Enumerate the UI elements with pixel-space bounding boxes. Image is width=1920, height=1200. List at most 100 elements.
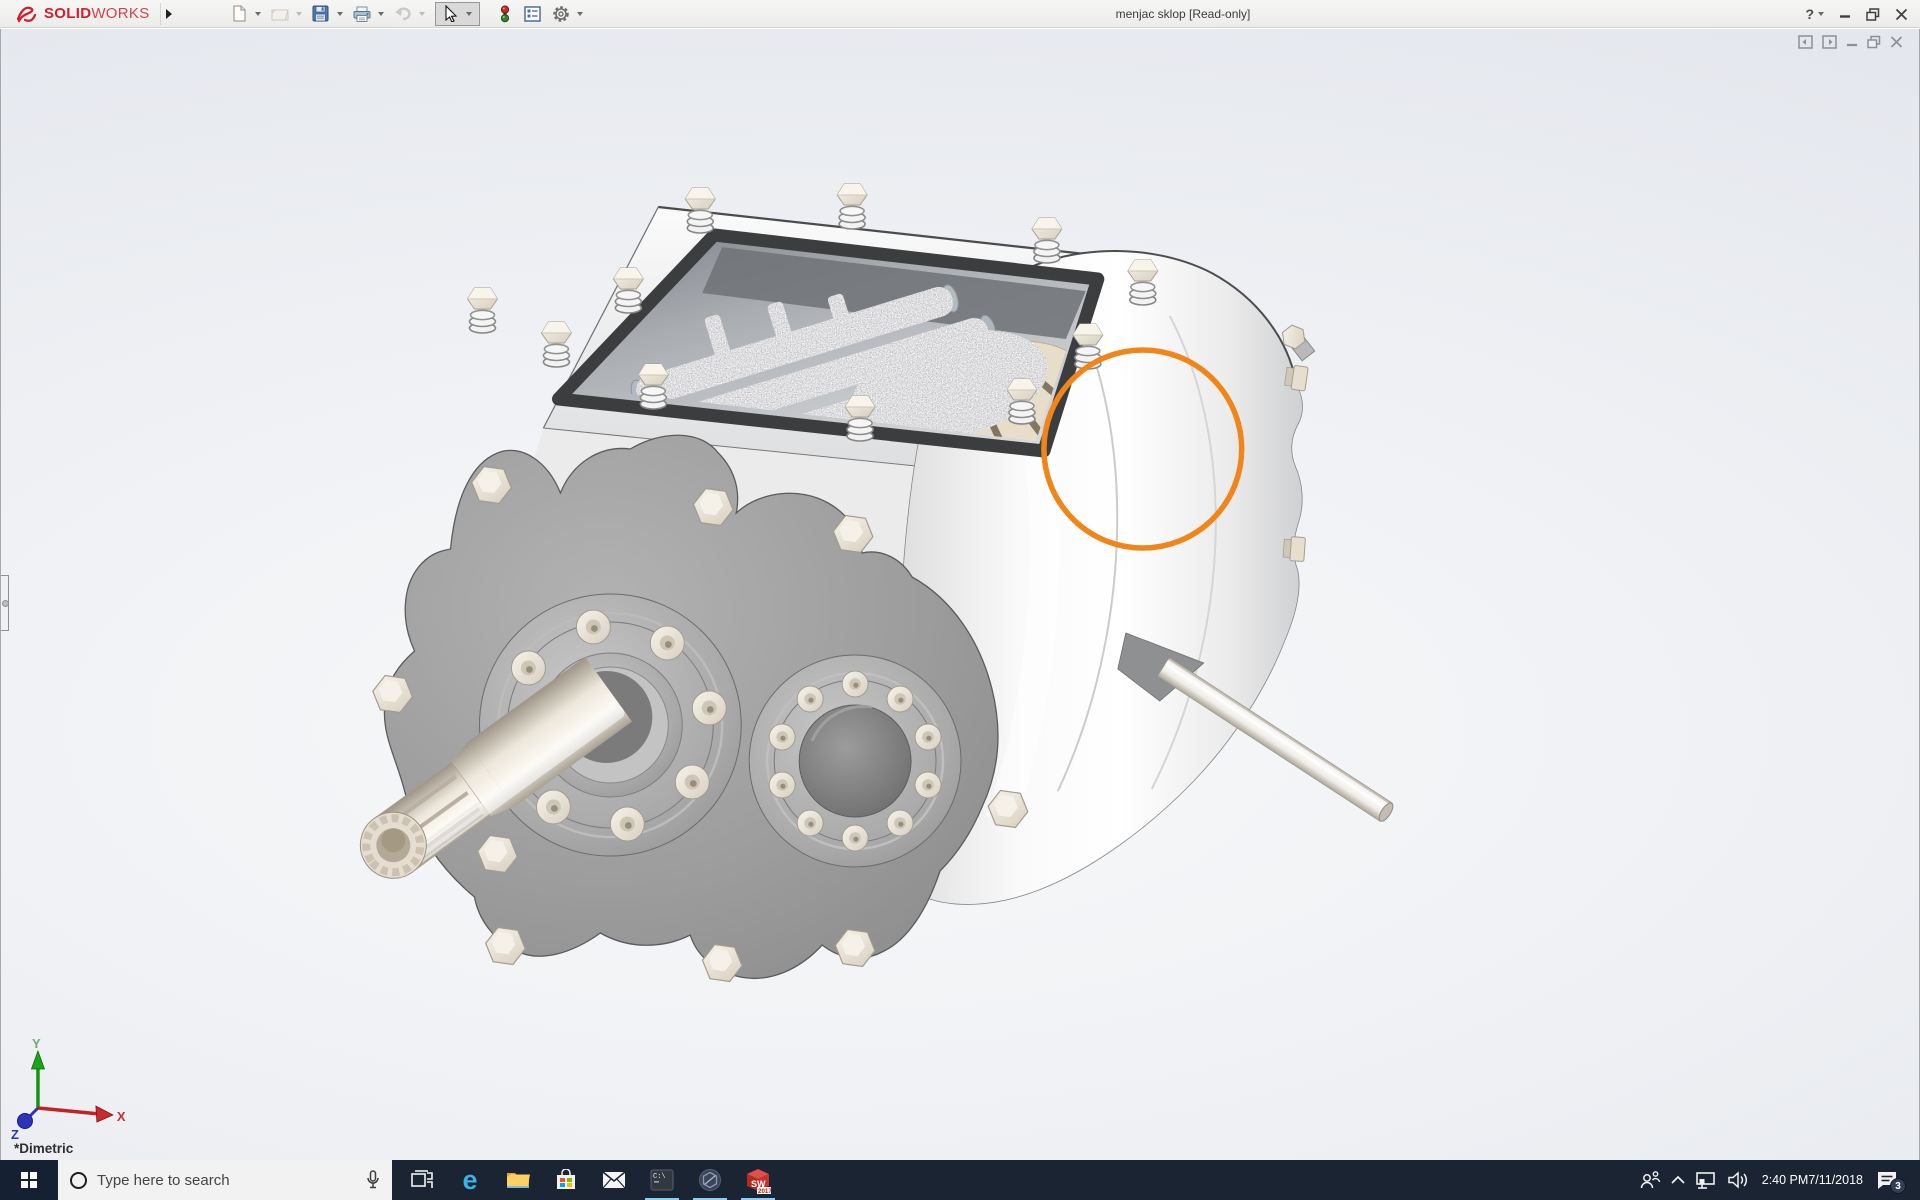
save-button[interactable]	[308, 3, 334, 25]
select-dropdown-caret[interactable]	[465, 11, 472, 16]
right-arrow-icon	[166, 8, 173, 19]
people-icon	[1640, 1171, 1660, 1189]
doc-close-button[interactable]	[1890, 35, 1903, 49]
options-button[interactable]	[548, 3, 574, 25]
solidworks-logo: SOLIDWORKS	[0, 0, 160, 27]
pane-right-icon	[1822, 35, 1837, 49]
task-view-icon	[411, 1170, 433, 1188]
new-document-icon	[233, 5, 246, 22]
interference-check-button[interactable]	[492, 3, 518, 25]
brand-solid-text: SOLID	[44, 4, 92, 22]
save-floppy-icon	[312, 5, 329, 22]
undo-dropdown-caret[interactable]	[418, 11, 425, 16]
list-panel-icon	[524, 5, 541, 22]
toolbar-flyout-arrow[interactable]	[159, 2, 178, 25]
bearing-boss-small[interactable]	[748, 654, 962, 868]
restore-icon	[1866, 7, 1880, 21]
open-button[interactable]	[267, 3, 293, 25]
open-folder-icon	[271, 9, 289, 21]
system-tray: 2:40 PM 7/11/2018 3	[1639, 1160, 1920, 1200]
command-prompt-button[interactable]: C:\	[638, 1160, 686, 1200]
triad-y-label: Y	[32, 1036, 41, 1051]
traffic-light-icon	[500, 5, 509, 22]
minimize-button[interactable]	[1839, 8, 1851, 20]
doc-minimize-icon	[1847, 43, 1857, 47]
doc-minimize-button[interactable]	[1846, 35, 1858, 49]
view-orientation-label: *Dimetric	[14, 1141, 74, 1156]
doc-restore-button[interactable]	[1867, 35, 1881, 49]
hex-app-icon	[699, 1169, 721, 1191]
speaker-icon	[1728, 1171, 1747, 1189]
gear-icon	[552, 5, 569, 22]
tray-date: 7/11/2018	[1808, 1172, 1863, 1187]
volume-button[interactable]	[1727, 1171, 1749, 1189]
store-icon	[557, 1169, 575, 1189]
design-binder-button[interactable]	[520, 3, 546, 25]
sw-year: 2017	[758, 1188, 772, 1194]
brand-works-text: WORKS	[91, 4, 150, 22]
tray-overflow-button[interactable]	[1670, 1175, 1686, 1185]
edge-icon: e	[462, 1164, 478, 1195]
windows-logo-icon	[21, 1172, 37, 1188]
cmd-prompt-text: C:\	[653, 1173, 666, 1181]
doc-close-icon	[1890, 36, 1903, 48]
model-3d-view[interactable]: Y X Z	[1, 29, 1919, 1160]
document-window-controls	[1798, 35, 1903, 49]
start-button[interactable]	[0, 1160, 58, 1200]
action-center-button[interactable]: 3	[1876, 1170, 1906, 1194]
pane-left-icon	[1798, 35, 1813, 49]
print-button[interactable]	[349, 3, 375, 25]
document-title: menjac sklop [Read-only]	[1115, 7, 1251, 21]
new-document-button[interactable]	[226, 3, 252, 25]
mail-button[interactable]	[590, 1160, 638, 1200]
tray-time: 2:40 PM	[1761, 1172, 1809, 1187]
microphone-icon[interactable]	[366, 1170, 380, 1190]
cursor-arrow-icon	[445, 5, 458, 22]
new-dropdown-caret[interactable]	[254, 11, 261, 16]
close-icon	[1895, 8, 1908, 20]
doc-restore-icon	[1867, 35, 1881, 49]
clock[interactable]: 2:40 PM 7/11/2018	[1758, 1173, 1867, 1188]
orientation-triad[interactable]: Y X Z	[11, 1036, 126, 1142]
windows-taskbar: e	[0, 1160, 1920, 1200]
main-toolbar	[226, 1, 587, 26]
feature-manager-collapsed-tab[interactable]	[1, 575, 9, 631]
options-dropdown-caret[interactable]	[576, 11, 583, 16]
triad-z-label: Z	[11, 1127, 19, 1142]
close-button[interactable]	[1895, 8, 1908, 21]
print-dropdown-caret[interactable]	[377, 11, 384, 16]
save-dropdown-caret[interactable]	[336, 11, 343, 16]
taskbar-apps: e C:\ SW 2017	[398, 1160, 782, 1200]
graphics-area[interactable]: Y X Z *Dimetric	[0, 29, 1920, 1160]
chevron-up-icon	[1671, 1175, 1685, 1184]
file-explorer-icon	[507, 1173, 530, 1188]
taskbar-search[interactable]	[58, 1160, 392, 1200]
pane-left-button[interactable]	[1798, 35, 1813, 49]
search-input[interactable]	[97, 1171, 356, 1189]
network-icon	[1695, 1171, 1715, 1189]
triad-x-label: X	[117, 1109, 126, 1124]
undo-button[interactable]	[390, 3, 416, 25]
task-view-button[interactable]	[398, 1160, 446, 1200]
solidworks-window: SOLIDWORKS menjac sklop [Read-only] ? Y …	[0, 0, 1920, 1200]
pane-right-button[interactable]	[1822, 35, 1837, 49]
hex-app-button[interactable]	[686, 1160, 734, 1200]
help-glyph: ?	[1805, 6, 1814, 22]
dassault-3ds-icon	[16, 6, 37, 22]
cortana-icon	[70, 1171, 87, 1189]
help-button[interactable]: ?	[1805, 6, 1824, 22]
print-icon	[353, 6, 370, 22]
edge-button[interactable]: e	[446, 1160, 494, 1200]
people-button[interactable]	[1639, 1170, 1661, 1190]
select-tool-button[interactable]	[439, 3, 465, 25]
open-dropdown-caret[interactable]	[295, 11, 302, 16]
minimize-icon	[1840, 15, 1850, 18]
restore-button[interactable]	[1866, 7, 1880, 21]
solidworks-2017-button[interactable]: SW 2017	[734, 1160, 782, 1200]
file-explorer-button[interactable]	[494, 1160, 542, 1200]
app-titlebar: SOLIDWORKS menjac sklop [Read-only] ?	[0, 0, 1920, 28]
solidworks-app-icon: SW 2017	[747, 1168, 772, 1194]
help-dropdown-caret	[1818, 12, 1824, 16]
network-button[interactable]	[1695, 1171, 1718, 1190]
store-button[interactable]	[542, 1160, 590, 1200]
